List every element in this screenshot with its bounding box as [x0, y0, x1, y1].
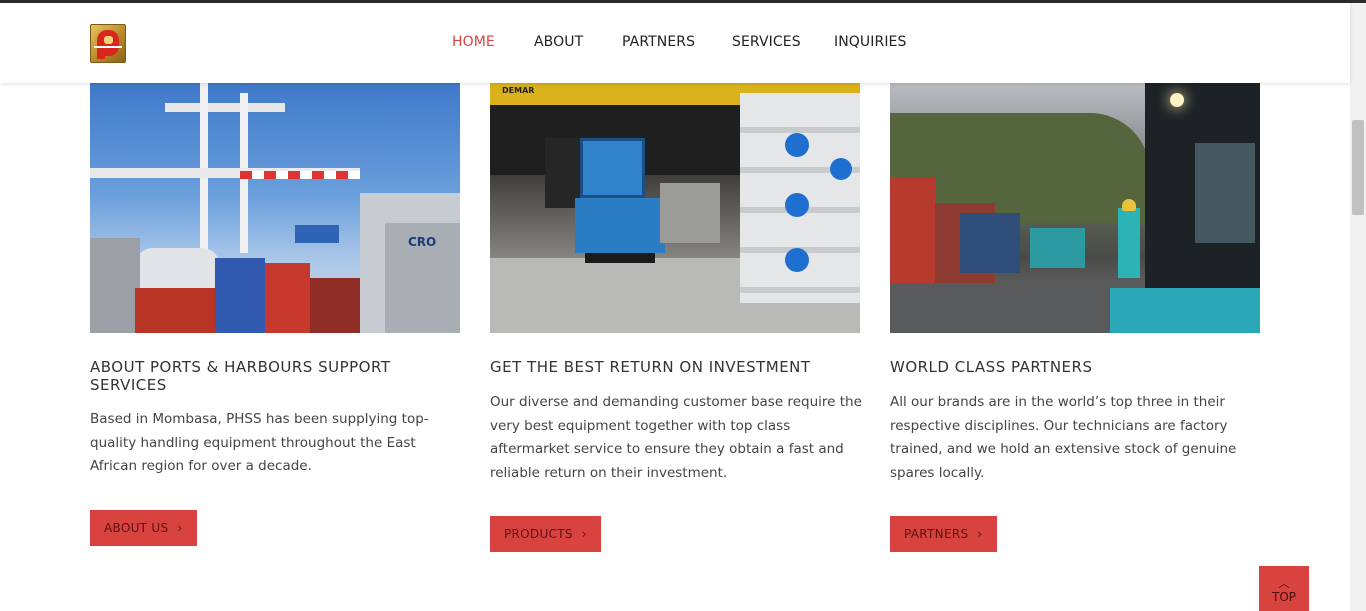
- button-label: ABOUT US: [104, 521, 169, 535]
- nav-services[interactable]: SERVICES: [732, 34, 801, 50]
- chevron-right-icon: ›: [581, 527, 587, 541]
- warehouse-forklift-photo: DEMAR: [490, 83, 860, 333]
- top-label: TOP: [1271, 590, 1296, 604]
- nav-about[interactable]: ABOUT: [534, 34, 583, 50]
- crane-boom: [165, 103, 285, 112]
- card-investment: DEMAR GET THE BEST RETURN ON INVESTMENT …: [490, 83, 862, 552]
- nav-inquiries[interactable]: INQUIRIES: [834, 34, 907, 50]
- button-label: PARTNERS: [904, 527, 969, 541]
- company-logo[interactable]: [90, 24, 126, 63]
- crane-brand-text: DEMAR: [502, 86, 535, 95]
- container-stack-blue: [960, 213, 1020, 273]
- products-button[interactable]: PRODUCTS ›: [490, 516, 601, 552]
- card-text: Our diverse and demanding customer base …: [490, 394, 862, 482]
- hanging-container: [295, 225, 339, 243]
- port-cranes-photo: CRO: [90, 83, 460, 333]
- forklift-cab[interactable]: [580, 138, 645, 198]
- work-light: [1170, 93, 1184, 107]
- pipe-opening-3: [785, 248, 809, 272]
- pipe-opening-1: [785, 133, 809, 157]
- back-to-top-button[interactable]: ︿ TOP: [1259, 566, 1309, 611]
- chevron-right-icon: ›: [177, 521, 183, 535]
- container-red-2: [265, 263, 310, 333]
- logo-p-stem: [97, 50, 105, 59]
- chevron-up-icon: ︿: [1278, 577, 1290, 590]
- pipe-opening-2: [785, 193, 809, 217]
- pipe-opening-4: [830, 158, 852, 180]
- card-title: WORLD CLASS PARTNERS: [890, 358, 1093, 376]
- partners-button[interactable]: PARTNERS ›: [890, 516, 997, 552]
- nav-home[interactable]: HOME: [452, 34, 495, 50]
- machine-steps: [1110, 288, 1260, 333]
- card-text: All our brands are in the world’s top th…: [890, 394, 1237, 482]
- site-header: HOME ABOUT PARTNERS SERVICES INQUIRIES: [0, 3, 1350, 83]
- ship-name-text: CRO: [408, 235, 437, 249]
- technician-figure: [1118, 208, 1140, 278]
- concrete-blocks-middle: [660, 183, 720, 243]
- card-text: Based in Mombasa, PHSS has been supplyin…: [90, 411, 429, 475]
- container-yard-photo: [890, 83, 1260, 333]
- card-partners: WORLD CLASS PARTNERS All our brands are …: [890, 83, 1260, 552]
- forklift-body: [575, 198, 665, 253]
- container-stack-left: [890, 178, 935, 288]
- crane-striped-beam: [240, 171, 360, 179]
- chevron-right-icon: ›: [977, 527, 983, 541]
- container-blue: [215, 258, 265, 333]
- cab-window: [1195, 143, 1255, 243]
- reach-stacker: [1030, 228, 1085, 268]
- tank-container: [135, 248, 220, 293]
- container-stack-grey: [90, 238, 140, 333]
- scrollbar-track[interactable]: [1350, 3, 1366, 611]
- about-us-button[interactable]: ABOUT US ›: [90, 510, 197, 546]
- card-title: GET THE BEST RETURN ON INVESTMENT: [490, 358, 811, 376]
- container-red-1: [135, 288, 215, 333]
- logo-stripe: [94, 46, 122, 48]
- forklift-bumper: [585, 253, 655, 263]
- card-about: CRO ABOUT PORTS & HARBOURS SUPPORT SERVI…: [90, 83, 460, 546]
- technician-helmet: [1122, 199, 1136, 211]
- nav-partners[interactable]: PARTNERS: [622, 34, 695, 50]
- card-title: ABOUT PORTS & HARBOURS SUPPORT SERVICES: [90, 358, 391, 394]
- button-label: PRODUCTS: [504, 527, 573, 541]
- scrollbar-thumb[interactable]: [1352, 120, 1364, 215]
- container-red-3: [310, 278, 360, 333]
- logo-p-counter: [104, 36, 113, 44]
